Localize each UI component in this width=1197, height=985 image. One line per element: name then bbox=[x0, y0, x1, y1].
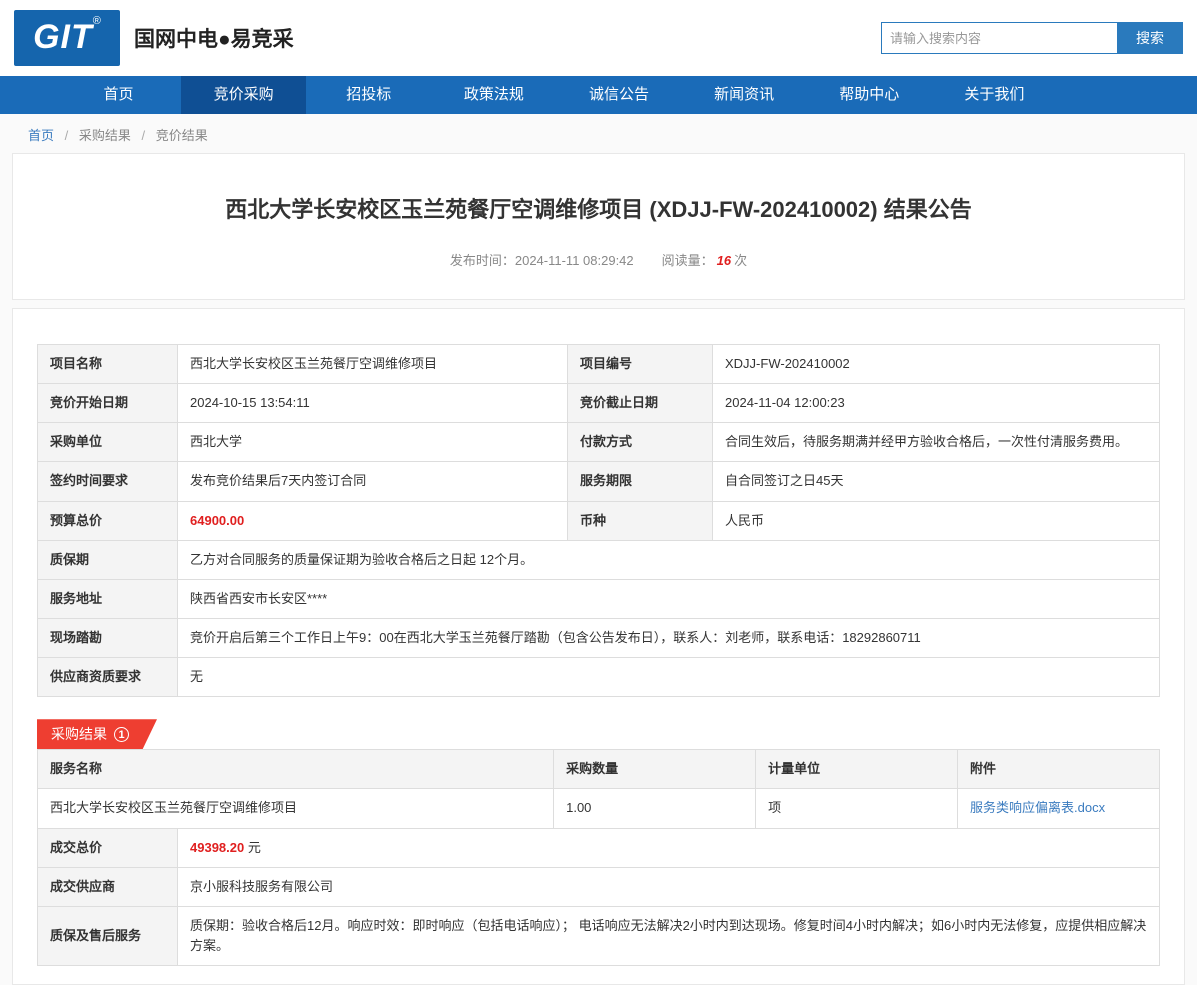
detail-label: 币种 bbox=[567, 500, 713, 541]
announcement-header-card: 西北大学长安校区玉兰苑餐厅空调维修项目 (XDJJ-FW-202410002) … bbox=[12, 153, 1185, 300]
detail-label: 供应商资质要求 bbox=[37, 657, 178, 698]
purchase-result-ribbon: 采购结果 1 bbox=[37, 719, 157, 750]
detail-value: 合同生效后，待服务期满并经甲方验收合格后，一次性付清服务费用。 bbox=[712, 422, 1160, 463]
breadcrumb-separator: / bbox=[141, 128, 146, 143]
warranty-label: 质保及售后服务 bbox=[37, 905, 178, 967]
nav-item-policies[interactable]: 政策法规 bbox=[431, 76, 556, 114]
views-label: 阅读量： bbox=[661, 253, 714, 268]
detail-label: 项目名称 bbox=[37, 343, 178, 385]
nav-item-integrity[interactable]: 诚信公告 bbox=[557, 76, 682, 114]
nav-item-news[interactable]: 新闻资讯 bbox=[682, 76, 807, 114]
search-button[interactable]: 搜索 bbox=[1117, 22, 1183, 54]
detail-value: 西北大学长安校区玉兰苑餐厅空调维修项目 bbox=[177, 343, 568, 385]
detail-value: 2024-10-15 13:54:11 bbox=[177, 383, 568, 424]
deal-total-unit: 元 bbox=[247, 839, 261, 855]
table-header-row: 服务名称 采购数量 计量单位 附件 bbox=[36, 749, 1160, 790]
article-meta: 发布时间：2024-11-11 08:29:42 阅读量： 16 次 bbox=[53, 250, 1144, 269]
breadcrumb-bidding-results: 竞价结果 bbox=[155, 128, 208, 143]
detail-value: 人民币 bbox=[712, 500, 1160, 541]
breadcrumb-separator: / bbox=[64, 128, 69, 143]
search-input[interactable] bbox=[881, 22, 1117, 54]
views-unit: 次 bbox=[734, 253, 748, 268]
detail-value: 西北大学 bbox=[177, 422, 568, 463]
search-bar: 搜索 bbox=[881, 22, 1183, 54]
detail-label: 竞价截止日期 bbox=[567, 383, 713, 424]
top-bar: GIT ® 国网中电●易竞采 搜索 bbox=[0, 0, 1197, 76]
table-row: 采购单位 西北大学 付款方式 合同生效后，待服务期满并经甲方验收合格后，一次性付… bbox=[37, 422, 1160, 463]
table-row: 预算总价 64900.00 币种 人民币 bbox=[37, 500, 1160, 541]
table-row: 成交总价 49398.20 元 bbox=[37, 827, 1160, 868]
table-row: 西北大学长安校区玉兰苑餐厅空调维修项目 1.00 项 服务类响应偏离表.docx bbox=[36, 788, 1160, 829]
detail-value: 2024-11-04 12:00:23 bbox=[712, 383, 1160, 424]
detail-value: 陕西省西安市长安区**** bbox=[177, 578, 1160, 619]
logo-text: GIT bbox=[33, 18, 93, 56]
column-header: 附件 bbox=[957, 749, 1160, 790]
site-logo[interactable]: GIT ® bbox=[14, 10, 120, 66]
nav-item-bidding-purchase[interactable]: 竞价采购 bbox=[181, 76, 307, 114]
table-row: 质保期 乙方对合同服务的质量保证期为验收合格后之日起 12个月。 bbox=[37, 539, 1160, 580]
supplier-label: 成交供应商 bbox=[37, 866, 178, 907]
publish-time: 2024-11-11 08:29:42 bbox=[514, 253, 634, 268]
column-header: 计量单位 bbox=[755, 749, 959, 790]
detail-label: 预算总价 bbox=[37, 500, 178, 541]
detail-label: 质保期 bbox=[37, 539, 178, 580]
table-row: 服务地址 陕西省西安市长安区**** bbox=[37, 578, 1160, 619]
detail-label: 签约时间要求 bbox=[37, 461, 178, 502]
table-row: 现场踏勘 竞价开启后第三个工作日上午9：00在西北大学玉兰苑餐厅踏勘（包含公告发… bbox=[37, 617, 1160, 659]
table-row: 项目名称 西北大学长安校区玉兰苑餐厅空调维修项目 项目编号 XDJJ-FW-20… bbox=[37, 343, 1160, 385]
service-name-cell: 西北大学长安校区玉兰苑餐厅空调维修项目 bbox=[36, 788, 555, 829]
deal-total-label: 成交总价 bbox=[37, 827, 178, 868]
detail-label: 项目编号 bbox=[567, 343, 713, 385]
detail-label: 现场踏勘 bbox=[37, 617, 178, 659]
nav-item-help[interactable]: 帮助中心 bbox=[807, 76, 932, 114]
nav-item-tenders[interactable]: 招投标 bbox=[306, 76, 431, 114]
detail-label: 付款方式 bbox=[567, 422, 713, 463]
quantity-cell: 1.00 bbox=[553, 788, 757, 829]
detail-value: 无 bbox=[177, 657, 1160, 698]
purchase-result-table: 服务名称 采购数量 计量单位 附件 西北大学长安校区玉兰苑餐厅空调维修项目 1.… bbox=[36, 749, 1160, 829]
nav-item-about[interactable]: 关于我们 bbox=[932, 76, 1057, 114]
detail-label: 服务期限 bbox=[567, 461, 713, 502]
purchase-result-summary-table: 成交总价 49398.20 元 成交供应商 京小服科技服务有限公司 质保及售后服… bbox=[37, 827, 1160, 967]
main-nav: 首页 竞价采购 招投标 政策法规 诚信公告 新闻资讯 帮助中心 关于我们 bbox=[0, 76, 1197, 114]
detail-value: 竞价开启后第三个工作日上午9：00在西北大学玉兰苑餐厅踏勘（包含公告发布日），联… bbox=[177, 617, 1160, 659]
deal-total-cell: 49398.20 元 bbox=[177, 827, 1160, 868]
detail-value: 发布竞价结果后7天内签订合同 bbox=[177, 461, 568, 502]
views-count: 16 bbox=[716, 253, 732, 268]
breadcrumb-purchase-results[interactable]: 采购结果 bbox=[79, 128, 131, 143]
budget-total-value: 64900.00 bbox=[177, 500, 568, 541]
purchase-result-section: 采购结果 1 bbox=[37, 719, 1160, 750]
publish-time-label: 发布时间： bbox=[449, 253, 515, 268]
detail-label: 服务地址 bbox=[37, 578, 178, 619]
detail-value: 乙方对合同服务的质量保证期为验收合格后之日起 12个月。 bbox=[177, 539, 1160, 580]
deal-total-value: 49398.20 bbox=[190, 839, 245, 855]
ribbon-label: 采购结果 bbox=[51, 726, 107, 743]
supplier-value: 京小服科技服务有限公司 bbox=[177, 866, 1160, 907]
table-row: 签约时间要求 发布竞价结果后7天内签订合同 服务期限 自合同签订之日45天 bbox=[37, 461, 1160, 502]
table-row: 成交供应商 京小服科技服务有限公司 bbox=[37, 866, 1160, 907]
ribbon-number-badge: 1 bbox=[114, 726, 129, 742]
site-name: 国网中电●易竞采 bbox=[134, 28, 294, 51]
page-title: 西北大学长安校区玉兰苑餐厅空调维修项目 (XDJJ-FW-202410002) … bbox=[225, 197, 972, 222]
announcement-body-card: 项目名称 西北大学长安校区玉兰苑餐厅空调维修项目 项目编号 XDJJ-FW-20… bbox=[12, 308, 1185, 985]
detail-label: 采购单位 bbox=[37, 422, 178, 463]
detail-value: 自合同签订之日45天 bbox=[712, 461, 1160, 502]
column-header: 采购数量 bbox=[553, 749, 757, 790]
warranty-value: 质保期：验收合格后12月。响应时效：即时响应（包括电话响应）； 电话响应无法解决… bbox=[177, 905, 1160, 967]
column-header: 服务名称 bbox=[36, 749, 555, 790]
table-row: 质保及售后服务 质保期：验收合格后12月。响应时效：即时响应（包括电话响应）； … bbox=[37, 905, 1160, 967]
table-row: 竞价开始日期 2024-10-15 13:54:11 竞价截止日期 2024-1… bbox=[37, 383, 1160, 424]
unit-cell: 项 bbox=[755, 788, 959, 829]
attachment-cell: 服务类响应偏离表.docx bbox=[957, 788, 1160, 829]
nav-item-home[interactable]: 首页 bbox=[56, 76, 181, 114]
breadcrumb-home[interactable]: 首页 bbox=[28, 128, 54, 143]
detail-value: XDJJ-FW-202410002 bbox=[712, 343, 1160, 385]
project-details-table: 项目名称 西北大学长安校区玉兰苑餐厅空调维修项目 项目编号 XDJJ-FW-20… bbox=[37, 343, 1160, 698]
registered-mark-icon: ® bbox=[92, 15, 101, 27]
breadcrumb: 首页 / 采购结果 / 竞价结果 bbox=[0, 114, 1197, 153]
detail-label: 竞价开始日期 bbox=[37, 383, 178, 424]
attachment-link[interactable]: 服务类响应偏离表.docx bbox=[970, 800, 1105, 815]
table-row: 供应商资质要求 无 bbox=[37, 657, 1160, 698]
